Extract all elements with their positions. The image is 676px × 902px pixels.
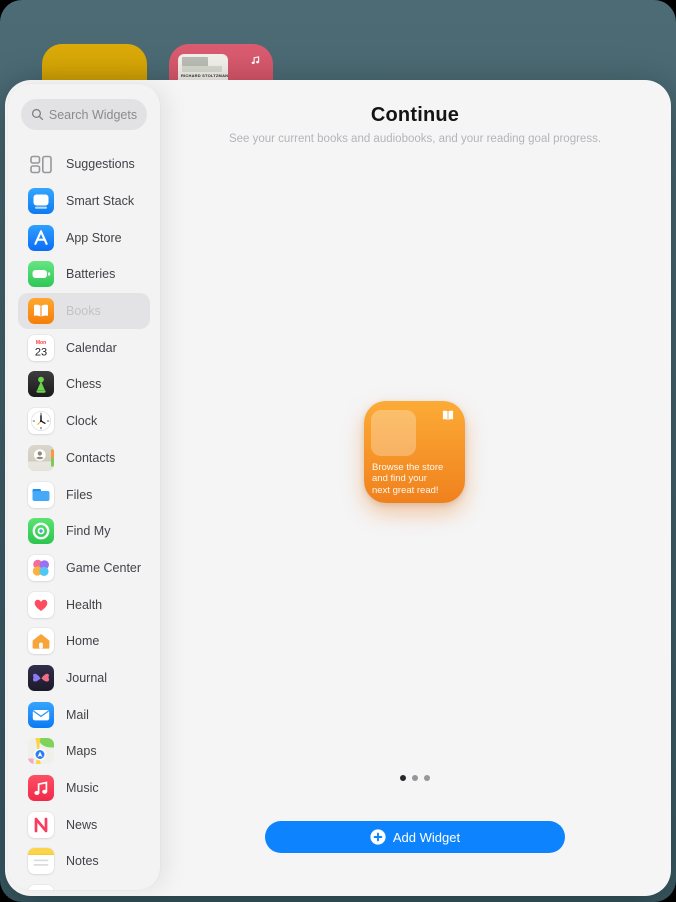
sidebar-item-label: Clock [66, 414, 98, 429]
sidebar-item-label: Mail [66, 707, 89, 722]
sidebar-item-journal[interactable]: Journal [18, 660, 150, 697]
page-subtitle: See your current books and audiobooks, a… [228, 133, 602, 145]
sidebar-item-label: App Store [66, 230, 122, 245]
plus-circle-icon [370, 829, 386, 845]
widget-sidebar: Search Widgets Suggestions Smart Stack A… [8, 84, 160, 890]
sidebar-item-label: Files [66, 487, 93, 502]
page-title: Continue [370, 104, 460, 126]
sidebar-item-label: Home [66, 634, 100, 649]
sidebar-item-label: Suggestions [66, 157, 135, 172]
sidebar-item-app-store[interactable]: App Store [18, 219, 150, 256]
sidebar-item-news[interactable]: News [18, 806, 150, 843]
svg-text:23: 23 [35, 346, 47, 358]
clock-icon [28, 408, 54, 435]
sidebar-item-contacts[interactable]: Contacts [18, 440, 150, 477]
sidebar-item-mail[interactable]: Mail [18, 696, 150, 733]
sidebar-item-label: Music [66, 781, 99, 796]
sidebar-item-music[interactable]: Music [18, 770, 150, 807]
widget-detail-panel: Continue See your current books and audi… [160, 80, 670, 896]
sidebar-item-label: Find My [66, 524, 111, 539]
files-icon [28, 481, 54, 508]
game-center-icon [28, 554, 54, 581]
add-widget-label: Add Widget [392, 829, 461, 845]
page-dot-2[interactable] [412, 775, 418, 781]
maps-icon [28, 738, 54, 765]
sidebar-item-calendar[interactable]: Mon 23 Calendar [18, 329, 150, 366]
sidebar-item-label: News [66, 817, 98, 832]
page-dot-1[interactable] [400, 775, 406, 781]
music-note-icon [248, 52, 263, 73]
sidebar-item-files[interactable]: Files [18, 476, 150, 513]
sidebar-item-label: Maps [66, 744, 97, 759]
partial-app-icon [28, 885, 54, 890]
sidebar-item-label: Chess [66, 377, 102, 392]
add-widget-button[interactable]: Add Widget [265, 821, 565, 853]
sidebar-item-clock[interactable]: Clock [18, 403, 150, 440]
sidebar-item-label: Health [66, 597, 103, 612]
books-widget-preview[interactable]: Browse the store and find your next grea… [364, 401, 465, 503]
sidebar-item-label: Notes [66, 854, 99, 869]
sidebar-item-home[interactable]: Home [18, 623, 150, 660]
mail-icon [28, 701, 54, 728]
preview-caption: Browse the store and find your next grea… [372, 461, 444, 496]
sidebar-item-chess[interactable]: Chess [18, 366, 150, 403]
suggestions-icon [28, 151, 54, 177]
books-icon [28, 298, 54, 325]
chess-icon [28, 371, 54, 398]
sidebar-item-find-my[interactable]: Find My [18, 513, 150, 550]
sidebar-item-maps[interactable]: Maps [18, 733, 150, 770]
calendar-icon: Mon 23 [28, 334, 54, 361]
open-book-icon [439, 409, 457, 428]
contacts-icon [28, 444, 54, 471]
sidebar-item-label: Smart Stack [66, 194, 135, 209]
sidebar-item-suggestions[interactable]: Suggestions [18, 146, 150, 183]
search-input[interactable]: Search Widgets [21, 99, 147, 130]
sidebar-item-smart-stack[interactable]: Smart Stack [18, 183, 150, 220]
sidebar-item-label: Journal [66, 670, 107, 685]
batteries-icon [28, 261, 54, 288]
sidebar-item-game-center[interactable]: Game Center [18, 550, 150, 587]
app-store-icon [28, 224, 54, 251]
journal-icon [28, 664, 54, 691]
notes-icon [28, 848, 54, 875]
smart-stack-icon [28, 188, 54, 215]
home-icon [28, 628, 54, 655]
sidebar-item-label: Books [66, 304, 101, 319]
sidebar-item-partial[interactable] [18, 880, 150, 890]
sidebar-item-label: Calendar [66, 340, 117, 355]
sidebar-item-health[interactable]: Health [18, 586, 150, 623]
book-cover-placeholder [371, 410, 416, 456]
sidebar-item-label: Game Center [66, 560, 142, 575]
sidebar-item-batteries[interactable]: Batteries [18, 256, 150, 293]
svg-text:Mon: Mon [36, 340, 46, 346]
news-icon [28, 811, 54, 838]
page-indicator[interactable] [160, 775, 670, 781]
find-my-icon [28, 518, 54, 545]
search-placeholder: Search Widgets [48, 107, 138, 122]
widget-app-list: Suggestions Smart Stack App Store Batter… [8, 130, 160, 890]
page-dot-3[interactable] [424, 775, 430, 781]
sidebar-item-label: Batteries [66, 267, 116, 282]
sidebar-item-label: Contacts [66, 450, 116, 465]
search-icon [31, 108, 43, 121]
sidebar-item-notes[interactable]: Notes [18, 843, 150, 880]
widget-gallery-screen: RICHARD STOLTZMAN Search Widgets Suggest… [0, 0, 676, 902]
sidebar-item-books[interactable]: Books [18, 292, 150, 330]
music-icon [28, 775, 54, 802]
album-artist: RICHARD STOLTZMAN [181, 73, 228, 78]
health-icon [28, 591, 54, 618]
